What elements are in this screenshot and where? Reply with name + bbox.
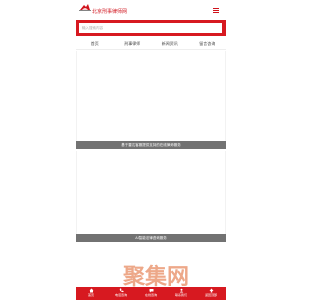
nav-item-news[interactable]: 新闻资讯: [151, 38, 189, 49]
nav-item-lawyers[interactable]: 刑事律师: [114, 38, 152, 49]
tab-contact[interactable]: 联系我们: [166, 287, 196, 300]
watermark-logo: 聚集网: [122, 264, 189, 288]
nav-item-home[interactable]: 首页: [76, 38, 114, 49]
tab-label: 电话咨询: [114, 293, 127, 297]
site-name[interactable]: 北京刑事律师网: [92, 9, 127, 15]
bottom-tab-bar: 首页 电话咨询 在线咨询 联系我们 返回顶部: [76, 287, 226, 300]
card-caption[interactable]: 基于雷达客服提供支持的在线律师服务: [76, 141, 226, 149]
tab-label: 在线咨询: [144, 293, 157, 297]
tab-back-to-top[interactable]: 返回顶部: [196, 287, 226, 300]
search-input[interactable]: [79, 23, 222, 33]
hamburger-menu-icon[interactable]: [213, 8, 219, 13]
mobile-page: 北京刑事律师网 首页 刑事律师 新闻资讯 留言咨询 基于雷达客服提供支持的在线律…: [76, 0, 226, 300]
tab-label: 联系我们: [174, 293, 187, 297]
tab-label: 返回顶部: [204, 293, 217, 297]
content-card-image[interactable]: [76, 151, 226, 234]
tab-home[interactable]: 首页: [76, 287, 106, 300]
content-card-image[interactable]: [76, 51, 226, 141]
search-bar: [76, 20, 226, 36]
site-header: 北京刑事律师网: [76, 0, 226, 20]
tab-chat[interactable]: 在线咨询: [136, 287, 166, 300]
watermark-text: 聚集网: [122, 264, 189, 288]
tab-phone[interactable]: 电话咨询: [106, 287, 136, 300]
main-nav: 首页 刑事律师 新闻资讯 留言咨询: [76, 38, 226, 50]
nav-item-message[interactable]: 留言咨询: [189, 38, 227, 49]
tab-label: 首页: [87, 293, 94, 297]
card-caption[interactable]: AI智能法律咨询服务: [76, 234, 226, 242]
mountain-logo-icon[interactable]: [79, 3, 91, 11]
